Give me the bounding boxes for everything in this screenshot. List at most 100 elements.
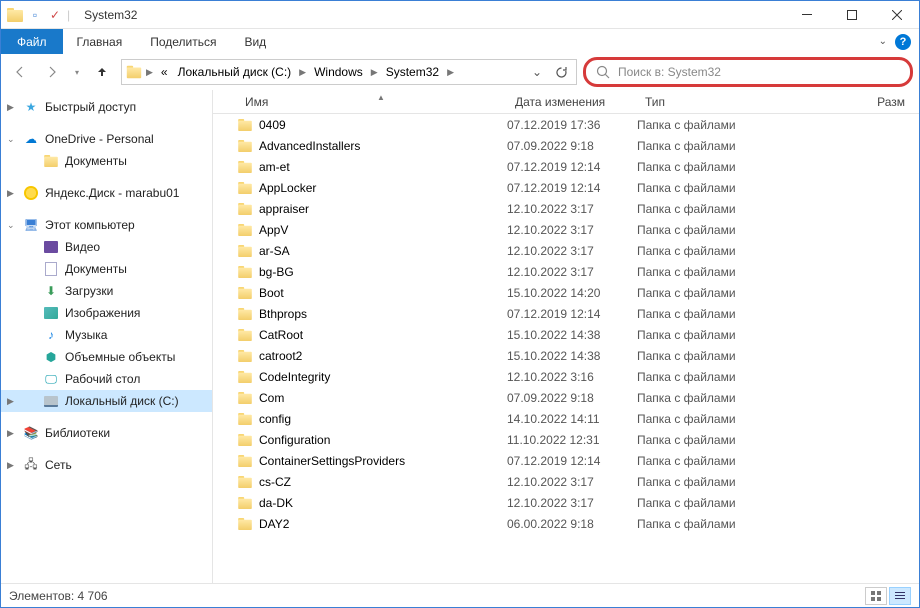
file-name: Boot [259,286,284,300]
file-type: Папка с файлами [637,118,817,132]
column-header-type[interactable]: Тип [637,95,817,109]
nav-3d-objects[interactable]: ⬢Объемные объекты [1,346,212,368]
file-row[interactable]: Boot15.10.2022 14:20Папка с файлами [213,282,919,303]
search-input[interactable] [618,65,900,79]
file-row[interactable]: ar-SA12.10.2022 3:17Папка с файлами [213,240,919,261]
nav-pictures[interactable]: Изображения [1,302,212,324]
back-button[interactable] [7,59,33,85]
nav-onedrive[interactable]: ⌄☁OneDrive - Personal [1,128,212,150]
column-header-size[interactable]: Разм [817,95,919,109]
search-box[interactable] [583,57,913,87]
file-row[interactable]: Bthprops07.12.2019 12:14Папка с файлами [213,303,919,324]
chevron-right-icon[interactable]: ▶ [297,67,308,78]
folder-icon [238,245,252,257]
file-row[interactable]: Configuration11.10.2022 12:31Папка с фай… [213,429,919,450]
file-row[interactable]: am-et07.12.2019 12:14Папка с файлами [213,156,919,177]
nav-desktop[interactable]: 🖵Рабочий стол [1,368,212,390]
chevron-right-icon[interactable]: ▶ [369,67,380,78]
address-dropdown[interactable]: ⌄ [526,60,548,84]
file-type: Папка с файлами [637,202,817,216]
folder-icon [238,371,252,383]
breadcrumb-prefix[interactable]: « [157,60,172,84]
file-name: AppV [259,223,288,237]
file-row[interactable]: catroot215.10.2022 14:38Папка с файлами [213,345,919,366]
close-button[interactable] [874,1,919,29]
file-date: 15.10.2022 14:20 [507,286,637,300]
file-row[interactable]: da-DK12.10.2022 3:17Папка с файлами [213,492,919,513]
file-type: Папка с файлами [637,181,817,195]
qat-props-icon[interactable]: ▫ [27,7,43,23]
qat-check-icon[interactable]: ✓ [47,7,63,23]
file-row[interactable]: appraiser12.10.2022 3:17Папка с файлами [213,198,919,219]
file-row[interactable]: AdvancedInstallers07.09.2022 9:18Папка с… [213,135,919,156]
status-count-label: Элементов: [9,589,74,603]
file-name: cs-CZ [259,475,291,489]
view-details-button[interactable] [889,587,911,605]
file-row[interactable]: 040907.12.2019 17:36Папка с файлами [213,114,919,135]
file-row[interactable]: config14.10.2022 14:11Папка с файлами [213,408,919,429]
ribbon-tab-home[interactable]: Главная [63,29,137,54]
breadcrumb-system32[interactable]: System32 [382,60,443,84]
minimize-button[interactable] [784,1,829,29]
file-type: Папка с файлами [637,496,817,510]
file-row[interactable]: CatRoot15.10.2022 14:38Папка с файлами [213,324,919,345]
ribbon-file-tab[interactable]: Файл [1,29,63,54]
file-date: 12.10.2022 3:17 [507,265,637,279]
view-thumbnails-button[interactable] [865,587,887,605]
nav-yandex-disk[interactable]: ▶Яндекс.Диск - marabu01 [1,182,212,204]
file-row[interactable]: CodeIntegrity12.10.2022 3:16Папка с файл… [213,366,919,387]
nav-music[interactable]: ♪Музыка [1,324,212,346]
nav-downloads[interactable]: ⬇Загрузки [1,280,212,302]
help-icon[interactable]: ? [895,34,911,50]
nav-network[interactable]: ▶🖧Сеть [1,454,212,476]
nav-documents[interactable]: Документы [1,258,212,280]
folder-icon [238,455,252,467]
navigation-pane: ▶★Быстрый доступ ⌄☁OneDrive - Personal Д… [1,90,213,583]
breadcrumb-cdrive[interactable]: Локальный диск (C:) [174,60,296,84]
qat-divider: | [67,8,70,22]
file-date: 07.12.2019 12:14 [507,160,637,174]
file-name: Bthprops [259,307,307,321]
chevron-right-icon[interactable]: ▶ [445,67,456,78]
file-date: 12.10.2022 3:16 [507,370,637,384]
file-type: Папка с файлами [637,328,817,342]
refresh-button[interactable] [550,60,572,84]
maximize-button[interactable] [829,1,874,29]
column-header-date[interactable]: Дата изменения [507,95,637,109]
file-date: 11.10.2022 12:31 [507,433,637,447]
nav-libraries[interactable]: ▶📚Библиотеки [1,422,212,444]
nav-this-pc[interactable]: ⌄🖥Этот компьютер [1,214,212,236]
nav-video[interactable]: Видео [1,236,212,258]
nav-quick-access[interactable]: ▶★Быстрый доступ [1,96,212,118]
file-row[interactable]: DAY206.00.2022 9:18Папка с файлами [213,513,919,534]
file-row[interactable]: Com07.09.2022 9:18Папка с файлами [213,387,919,408]
file-name: CatRoot [259,328,303,342]
chevron-right-icon[interactable]: ▶ [144,67,155,78]
file-row[interactable]: cs-CZ12.10.2022 3:17Папка с файлами [213,471,919,492]
breadcrumb-windows[interactable]: Windows [310,60,367,84]
recent-dropdown[interactable]: ▾ [71,59,83,85]
file-name: ar-SA [259,244,290,258]
file-name: appraiser [259,202,309,216]
column-header-name[interactable]: Имя▲ [237,95,507,109]
ribbon-tab-share[interactable]: Поделиться [136,29,230,54]
up-button[interactable] [89,59,115,85]
nav-onedrive-docs[interactable]: Документы [1,150,212,172]
folder-icon [238,392,252,404]
file-row[interactable]: AppLocker07.12.2019 12:14Папка с файлами [213,177,919,198]
nav-local-disk-c[interactable]: ▶Локальный диск (C:) [1,390,212,412]
ribbon-tab-view[interactable]: Вид [230,29,280,54]
address-bar[interactable]: ▶ « Локальный диск (C:) ▶ Windows ▶ Syst… [121,59,577,85]
file-type: Папка с файлами [637,223,817,237]
file-row[interactable]: ContainerSettingsProviders07.12.2019 12:… [213,450,919,471]
file-name: am-et [259,160,290,174]
folder-icon [238,476,252,488]
file-name: catroot2 [259,349,302,363]
file-row[interactable]: AppV12.10.2022 3:17Папка с файлами [213,219,919,240]
file-list-view: Имя▲ Дата изменения Тип Разм 040907.12.2… [213,90,919,583]
folder-icon [238,329,252,341]
window-title: System32 [76,8,137,22]
file-row[interactable]: bg-BG12.10.2022 3:17Папка с файлами [213,261,919,282]
ribbon-expand-icon[interactable]: ⌄ [879,36,887,47]
forward-button[interactable] [39,59,65,85]
